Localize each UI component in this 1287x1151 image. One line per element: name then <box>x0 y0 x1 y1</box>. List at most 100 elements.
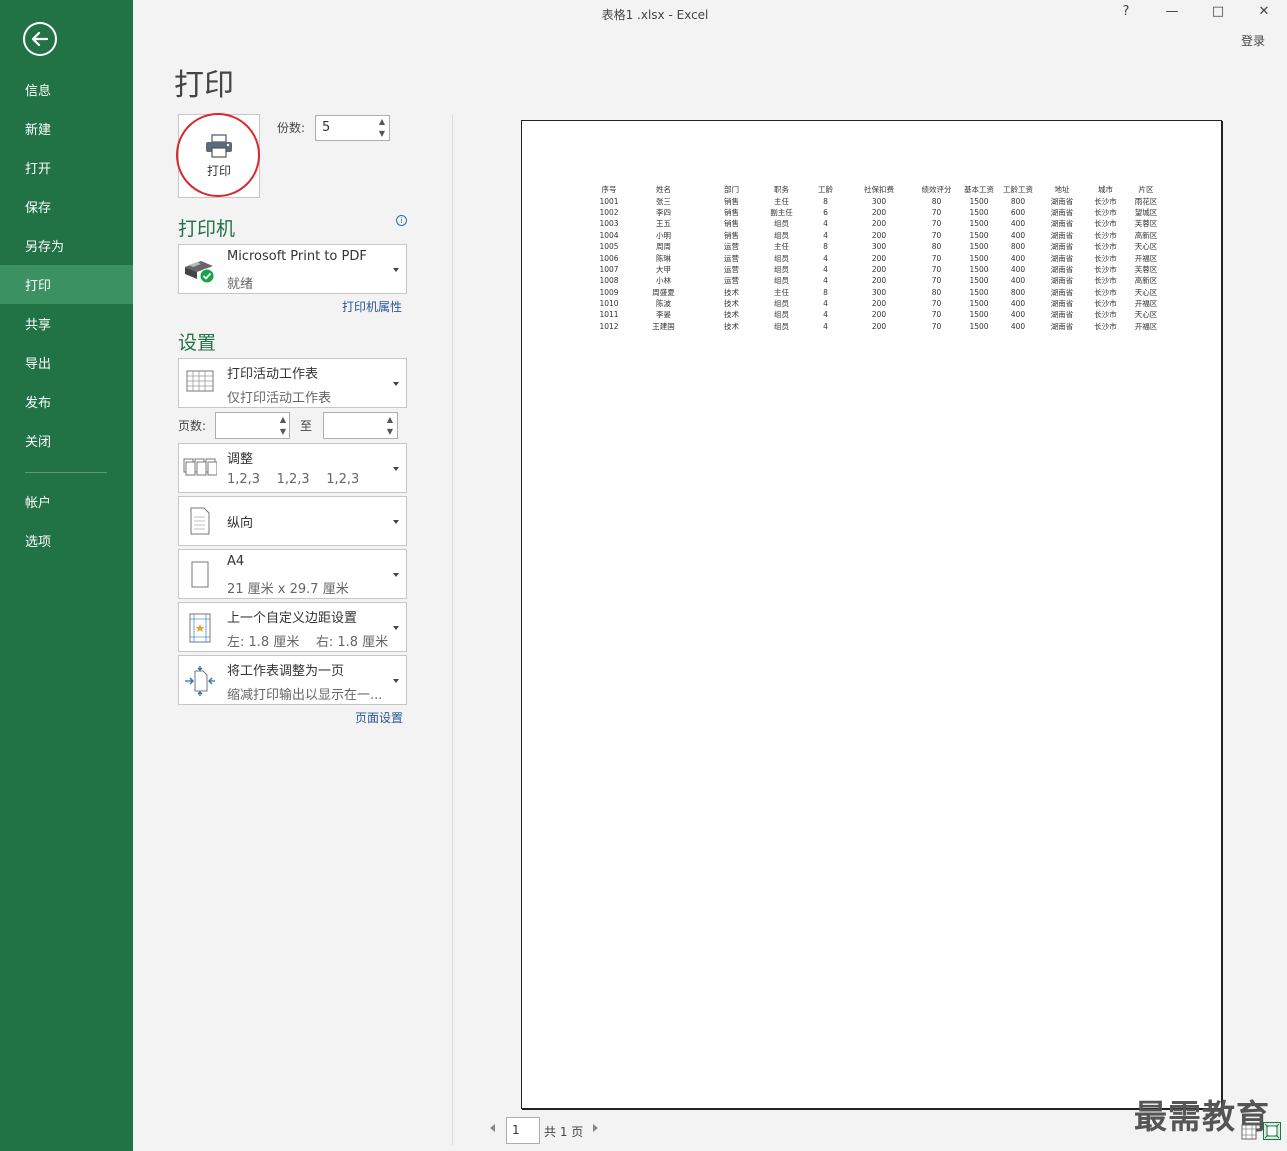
help-button[interactable]: ? <box>1116 4 1136 19</box>
maximize-button[interactable]: □ <box>1208 4 1228 19</box>
nav-account[interactable]: 帐户 <box>0 482 133 521</box>
pages-from-up-arrow-icon[interactable]: ▲ <box>277 414 289 426</box>
preview-cell: 8 <box>823 242 828 252</box>
nav-save[interactable]: 保存 <box>0 187 133 226</box>
orientation-main: 纵向 <box>227 516 254 531</box>
scaling-dropdown[interactable]: 将工作表调整为一页 缩减打印输出以显示在一... <box>178 655 407 705</box>
print-button-label: 打印 <box>206 163 231 178</box>
preview-cell: 王五 <box>656 219 671 229</box>
login-link[interactable]: 登录 <box>1241 32 1265 49</box>
nav-options[interactable]: 选项 <box>0 521 133 560</box>
preview-table-row: 1005 周周 运营 主任 8 300 80 1500 800 湖南省 长沙市 天心区 <box>595 241 1165 252</box>
printer-properties-link[interactable]: 打印机属性 <box>342 298 402 315</box>
preview-cell: 组员 <box>774 276 789 286</box>
current-page-input[interactable]: 1 <box>506 1117 540 1144</box>
page-setup-link[interactable]: 页面设置 <box>355 709 403 726</box>
backstage-sidebar: 信息 新建 打开 保存 另存为 打印 共享 导出 发布 关闭 帐户 选项 <box>0 0 133 1151</box>
preview-cell: 1500 <box>969 242 989 252</box>
preview-cell: 200 <box>871 253 887 263</box>
minimize-button[interactable]: — <box>1162 4 1182 19</box>
preview-cell: 雨花区 <box>1134 196 1158 206</box>
preview-cell: 400 <box>1010 299 1026 309</box>
preview-cell: 1500 <box>969 253 989 263</box>
copies-up-arrow-icon[interactable]: ▲ <box>376 116 388 128</box>
preview-cell: 1500 <box>969 321 989 331</box>
margins-main: 上一个自定义边距设置 <box>227 611 358 626</box>
preview-header-cell: 片区 <box>1138 185 1154 195</box>
preview-cell: 李晏 <box>656 310 671 320</box>
printer-section-title: 打印机 <box>178 218 236 240</box>
nav-info[interactable]: 信息 <box>0 70 133 109</box>
preview-cell: 200 <box>871 219 887 229</box>
back-button[interactable] <box>23 22 57 56</box>
preview-cell: 200 <box>871 264 887 274</box>
pages-to-down-arrow-icon[interactable]: ▼ <box>384 426 396 438</box>
preview-cell: 副主任 <box>770 207 793 217</box>
preview-cell: 8 <box>823 196 828 206</box>
preview-cell: 长沙市 <box>1094 310 1117 320</box>
preview-cell: 1007 <box>599 264 619 274</box>
info-icon[interactable]: i <box>396 215 407 226</box>
preview-cell: 长沙市 <box>1094 276 1117 286</box>
preview-table-row: 1004 小明 销售 组员 4 200 70 1500 400 湖南省 长沙市 高新区 <box>595 230 1165 241</box>
preview-cell: 70 <box>931 321 942 331</box>
prev-page-arrow-icon[interactable] <box>490 1124 495 1132</box>
preview-cell: 6 <box>823 207 828 217</box>
preview-cell: 1005 <box>599 242 619 252</box>
nav-save-as[interactable]: 另存为 <box>0 226 133 265</box>
nav-export[interactable]: 导出 <box>0 343 133 382</box>
preview-cell: 长沙市 <box>1094 264 1117 274</box>
collate-dropdown[interactable]: 调整 1,2,3 1,2,3 1,2,3 <box>178 443 407 493</box>
preview-cell: 400 <box>1010 321 1026 331</box>
printer-dropdown[interactable]: Microsoft Print to PDF 就绪 <box>178 244 407 294</box>
print-button[interactable]: 打印 <box>178 114 260 198</box>
preview-header-row: 序号 姓名 部门 职务 工龄 社保扣费 绩效评分 基本工资 工龄工资 地址 城市 片区 <box>595 184 1165 195</box>
preview-cell: 600 <box>1010 207 1026 217</box>
preview-cell: 400 <box>1010 310 1026 320</box>
preview-cell: 运营 <box>724 253 739 263</box>
preview-cell: 4 <box>823 310 828 320</box>
preview-cell: 李四 <box>656 207 671 217</box>
preview-cell: 技术 <box>724 310 739 320</box>
nav-print[interactable]: 打印 <box>0 265 133 304</box>
preview-cell: 400 <box>1010 219 1026 229</box>
preview-cell: 1500 <box>969 299 989 309</box>
preview-table-row: 1007 大甲 运营 组员 4 200 70 1500 400 湖南省 长沙市 芙蓉区 <box>595 264 1165 275</box>
preview-header-cell: 工龄工资 <box>1003 185 1033 195</box>
print-scope-sub: 仅打印活动工作表 <box>227 391 332 406</box>
show-margins-icon[interactable] <box>1241 1124 1257 1140</box>
preview-cell: 400 <box>1010 253 1026 263</box>
preview-cell: 1001 <box>599 196 619 206</box>
paper-size-dropdown[interactable]: A4 21 厘米 x 29.7 厘米 <box>178 549 407 599</box>
orientation-dropdown[interactable]: 纵向 <box>178 496 407 546</box>
pages-to-up-arrow-icon[interactable]: ▲ <box>384 414 396 426</box>
print-scope-dropdown[interactable]: 打印活动工作表 仅打印活动工作表 <box>178 358 407 408</box>
nav-close[interactable]: 关闭 <box>0 421 133 460</box>
preview-cell: 4 <box>823 219 828 229</box>
zoom-to-page-icon[interactable] <box>1263 1122 1281 1140</box>
preview-cell: 1002 <box>599 207 619 217</box>
collate-pages-icon <box>182 456 218 480</box>
next-page-arrow-icon[interactable] <box>593 1124 598 1132</box>
preview-cell: 200 <box>871 276 887 286</box>
nav-publish[interactable]: 发布 <box>0 382 133 421</box>
pages-from-down-arrow-icon[interactable]: ▼ <box>277 426 289 438</box>
preview-table: 序号 姓名 部门 职务 工龄 社保扣费 绩效评分 基本工资 工龄工资 地址 城市 片区 1001 张三销… <box>595 184 1165 332</box>
nav-open[interactable]: 打开 <box>0 148 133 187</box>
pages-to-label: 至 <box>300 419 313 433</box>
scope-dropdown-arrow-icon <box>393 382 399 386</box>
preview-cell: 组员 <box>774 230 789 240</box>
close-button[interactable]: ✕ <box>1254 4 1274 19</box>
nav-new[interactable]: 新建 <box>0 109 133 148</box>
preview-cell: 200 <box>871 207 887 217</box>
nav-share[interactable]: 共享 <box>0 304 133 343</box>
preview-cell: 1004 <box>599 230 619 240</box>
margins-dropdown[interactable]: 上一个自定义边距设置 左: 1.8 厘米 右: 1.8 厘米 <box>178 602 407 652</box>
preview-cell: 长沙市 <box>1094 230 1117 240</box>
preview-cell: 1009 <box>599 287 619 297</box>
preview-cell: 湖南省 <box>1050 287 1074 297</box>
preview-cell: 70 <box>931 264 942 274</box>
preview-cell: 湖南省 <box>1050 310 1074 320</box>
copies-down-arrow-icon[interactable]: ▼ <box>376 128 388 140</box>
preview-cell: 运营 <box>724 276 739 286</box>
